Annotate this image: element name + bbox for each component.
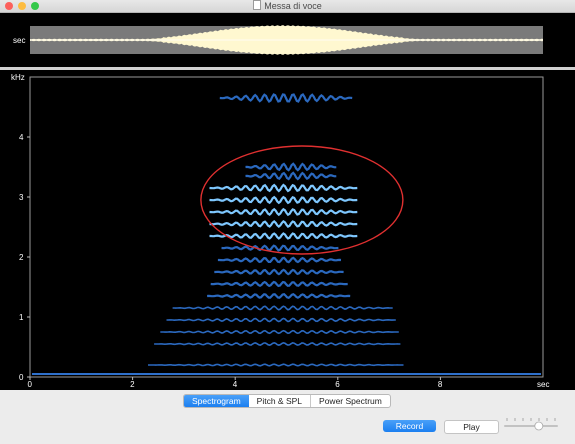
spectrogram-display[interactable]: kHz sec 0 2 4 6 8 0 1 2 3 4 — [0, 70, 575, 390]
waveform-panel: sec — [0, 13, 575, 67]
harmonic-band — [219, 93, 353, 104]
record-button[interactable]: Record — [383, 420, 436, 432]
y-tick-label: 2 — [19, 253, 24, 262]
harmonic-band — [210, 280, 348, 288]
harmonic-band — [209, 219, 358, 229]
slider-knob[interactable] — [534, 421, 544, 431]
slider-ticks — [506, 418, 556, 421]
harmonic-band — [207, 292, 351, 300]
harmonic-band — [166, 317, 396, 323]
harmonic-band — [209, 232, 358, 240]
y-axis-label: kHz — [11, 73, 25, 82]
tab-pitch-spl[interactable]: Pitch & SPL — [249, 395, 310, 407]
y-tick-label: 4 — [19, 133, 24, 142]
y-tick-label: 0 — [19, 373, 24, 382]
harmonic-band — [148, 363, 404, 367]
window-title: Messa di voce — [264, 1, 322, 11]
tab-power-spectrum[interactable]: Power Spectrum — [310, 395, 390, 407]
spectrogram-panel: kHz sec 0 2 4 6 8 0 1 2 3 4 — [0, 70, 575, 390]
harmonic-band — [154, 342, 401, 346]
play-button[interactable]: Play — [444, 420, 499, 434]
harmonic-band — [221, 244, 339, 252]
x-tick-label: 2 — [130, 380, 135, 389]
harmonic-band — [172, 305, 393, 311]
x-tick-label: 8 — [438, 380, 443, 389]
title-bar: Messa di voce — [0, 0, 575, 13]
document-icon — [253, 0, 262, 10]
waveform-display[interactable] — [0, 13, 575, 67]
harmonic-band — [214, 268, 344, 276]
y-tick-label: 1 — [19, 313, 24, 322]
x-tick-label: 4 — [233, 380, 238, 389]
x-tick-label: 0 — [28, 380, 33, 389]
harmonic-band — [217, 256, 342, 264]
bottom-bar: Spectrogram Pitch & SPL Power Spectrum R… — [0, 390, 575, 444]
tab-spectrogram[interactable]: Spectrogram — [184, 395, 249, 407]
harmonics-layer — [32, 93, 541, 375]
harmonic-band — [209, 183, 358, 193]
x-axis-label: sec — [537, 380, 549, 389]
volume-slider[interactable] — [503, 417, 559, 431]
window-title-wrap: Messa di voce — [0, 0, 575, 12]
annotation-ellipse — [200, 145, 404, 255]
harmonic-band — [245, 162, 337, 172]
x-tick-label: 6 — [335, 380, 340, 389]
harmonic-band — [245, 171, 337, 181]
view-segmented-control: Spectrogram Pitch & SPL Power Spectrum — [183, 394, 391, 408]
harmonic-band — [160, 329, 399, 335]
y-tick-label: 3 — [19, 193, 24, 202]
harmonic-band — [209, 195, 358, 205]
harmonic-band — [209, 207, 358, 217]
